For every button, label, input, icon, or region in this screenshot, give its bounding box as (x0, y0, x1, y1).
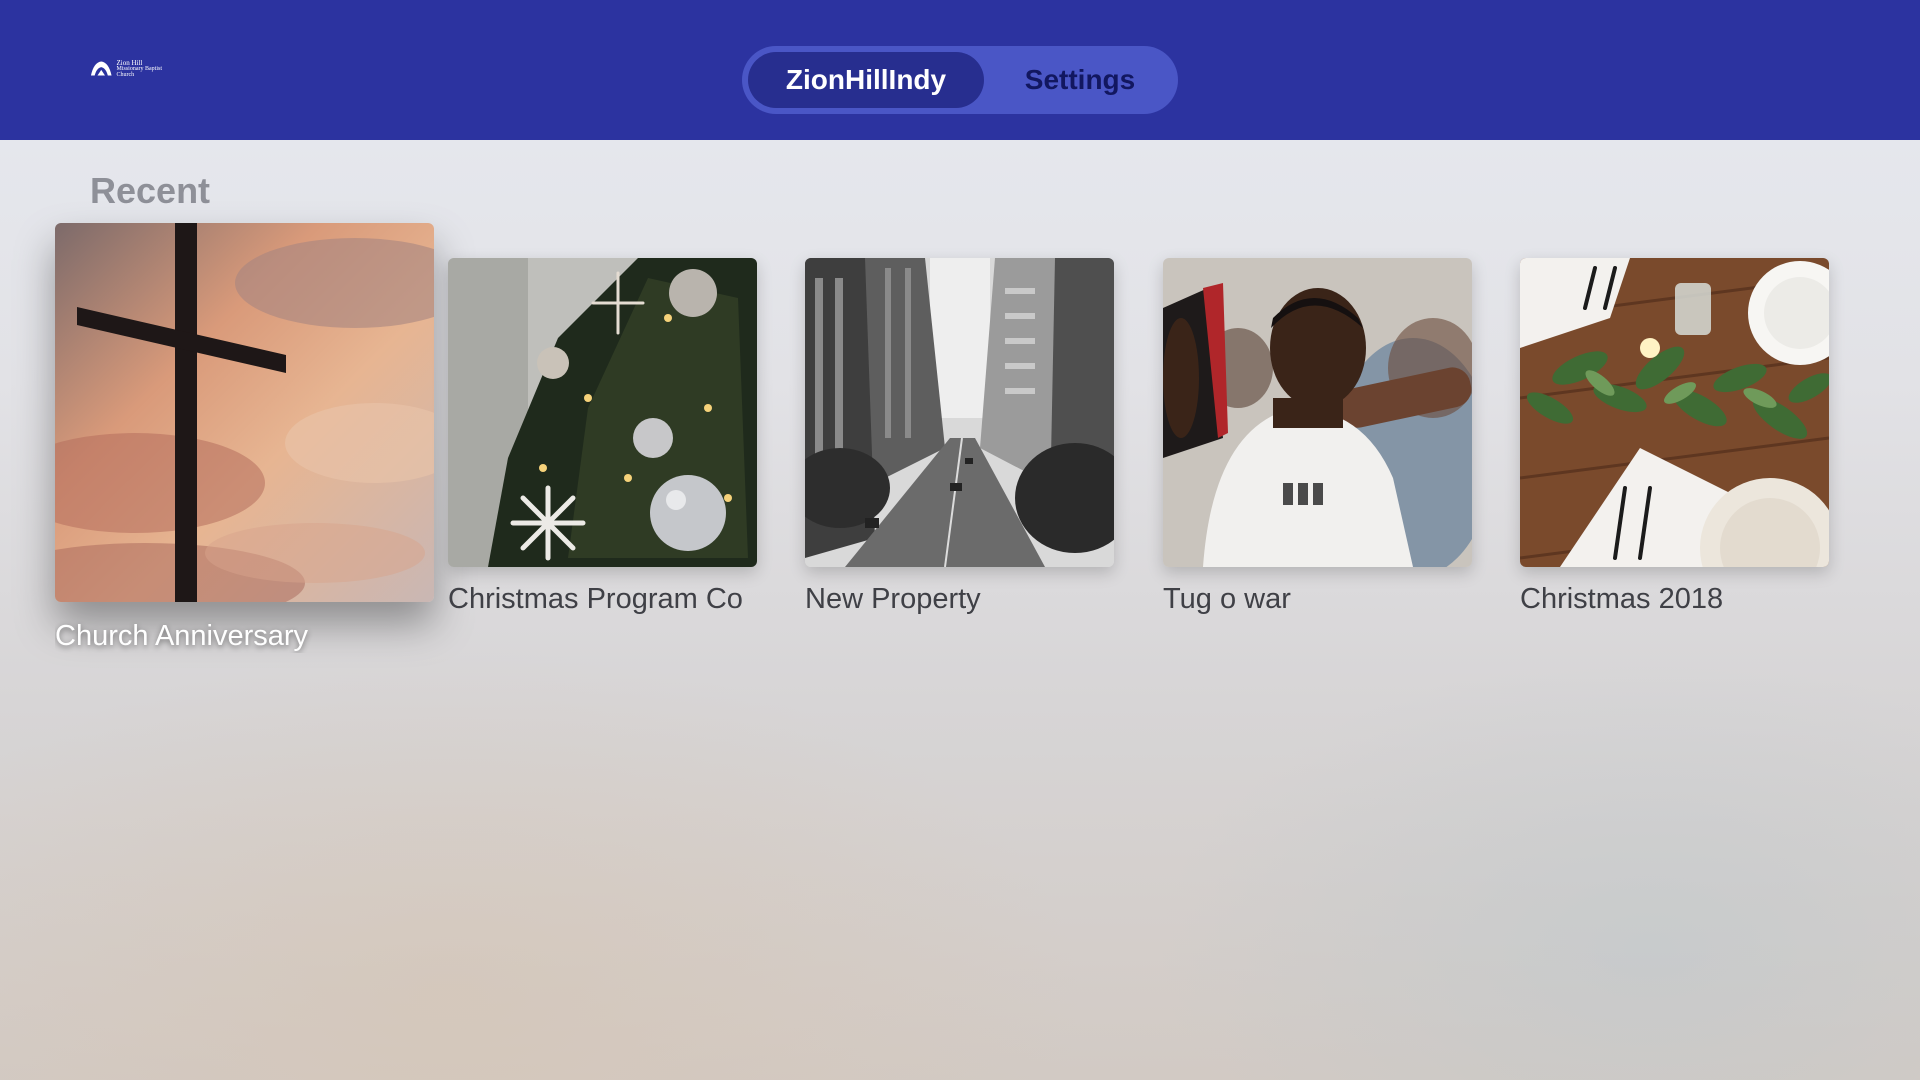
media-card-title: New Property (805, 583, 981, 615)
media-card-church-anniversary[interactable]: Church Anniversary (55, 223, 434, 663)
tab-bar: ZionHillIndy Settings (742, 46, 1178, 114)
cross-sunset-image (55, 223, 434, 602)
media-card-christmas-program[interactable]: Christmas Program Co (448, 258, 757, 623)
church-logo: Zion Hill Missionary Baptist Church (90, 57, 162, 81)
section-title-recent: Recent (90, 170, 211, 211)
tab-zionhillindy[interactable]: ZionHillIndy (748, 52, 984, 108)
logo-line-3: Church (116, 72, 135, 78)
media-card-title: Church Anniversary (55, 620, 309, 652)
worship-bible-image (1163, 258, 1472, 567)
christmas-tree-image (448, 258, 757, 567)
media-card-title: Tug o war (1163, 583, 1291, 615)
media-card-title: Christmas Program Co (448, 583, 743, 615)
logo-text: Zion Hill Missionary Baptist Church (116, 60, 162, 79)
city-street-image (805, 258, 1114, 567)
top-bar: Zion Hill Missionary Baptist Church Zion… (0, 0, 1920, 140)
tab-settings[interactable]: Settings (992, 52, 1168, 108)
media-card-title: Christmas 2018 (1520, 583, 1724, 615)
media-card-tug-o-war[interactable]: Tug o war (1163, 258, 1472, 623)
church-logo-icon (90, 61, 112, 76)
media-card-christmas-2018[interactable]: Christmas 2018 (1520, 258, 1829, 623)
media-card-new-property[interactable]: New Property (805, 258, 1114, 623)
dinner-table-image (1520, 258, 1829, 567)
